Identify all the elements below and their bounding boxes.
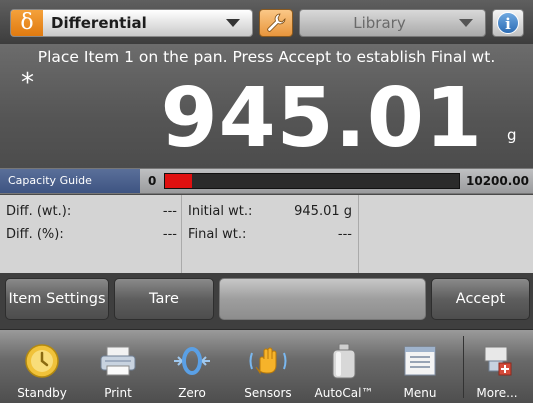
initial-wt-value: 945.01 g	[294, 204, 352, 219]
weights-column: Initial wt.: 945.01 g Final wt.: ---	[182, 195, 359, 273]
capacity-bar-fill	[165, 174, 193, 188]
empty-column	[359, 195, 533, 273]
softkey-row: Item Settings Tare Accept	[0, 273, 533, 329]
diff-pct-value: ---	[162, 227, 177, 242]
nav-zero-label: Zero	[178, 386, 206, 400]
nav-menu[interactable]: Menu	[388, 330, 452, 403]
nav-divider	[463, 336, 464, 398]
nav-standby[interactable]: Standby	[10, 330, 74, 403]
initial-wt-label: Initial wt.:	[188, 204, 253, 219]
application-setup-button[interactable]	[259, 9, 293, 37]
nav-zero[interactable]: Zero	[160, 330, 224, 403]
calibration-weight-icon	[332, 343, 356, 379]
nav-more-label: More...	[476, 386, 518, 400]
diff-wt-label: Diff. (wt.):	[6, 204, 72, 219]
nav-print-label: Print	[104, 386, 132, 400]
chevron-down-icon	[226, 19, 240, 27]
nav-autocal-label: AutoCal™	[314, 386, 374, 400]
capacity-max: 10200.00	[466, 174, 530, 188]
chevron-down-icon	[459, 19, 473, 27]
stability-indicator: *	[21, 68, 34, 98]
nav-print[interactable]: Print	[86, 330, 150, 403]
library-selector[interactable]: Library	[299, 9, 486, 37]
more-icon	[484, 346, 512, 376]
nav-more[interactable]: More...	[466, 330, 528, 403]
instruction-prompt: Place Item 1 on the pan. Press Accept to…	[37, 48, 496, 66]
nav-menu-label: Menu	[403, 386, 437, 400]
weight-unit[interactable]: g	[507, 126, 517, 144]
final-wt-value: ---	[337, 227, 352, 242]
tare-button[interactable]: Tare	[114, 278, 214, 320]
application-selector[interactable]: δ Differential	[10, 9, 253, 37]
nav-sensors[interactable]: Sensors	[236, 330, 300, 403]
menu-icon	[404, 346, 436, 376]
results-panel: Diff. (wt.): --- Diff. (%): --- Initial …	[0, 195, 533, 273]
hand-sensor-icon	[249, 347, 287, 375]
accept-button[interactable]: Accept	[431, 278, 530, 320]
info-icon: i	[497, 12, 519, 34]
standby-icon	[25, 344, 59, 378]
wrench-icon	[267, 13, 286, 32]
blank-softkey	[219, 278, 426, 320]
capacity-bar	[164, 173, 460, 189]
diff-pct-label: Diff. (%):	[6, 227, 64, 242]
top-bar: δ Differential Library i	[0, 0, 533, 44]
weight-reading-area: Place Item 1 on the pan. Press Accept to…	[0, 44, 533, 168]
diff-column: Diff. (wt.): --- Diff. (%): ---	[0, 195, 182, 273]
capacity-min: 0	[148, 174, 157, 188]
bottom-navigation: Standby Print Zero Sensors AutoCal™ Menu…	[0, 329, 533, 403]
printer-icon	[100, 346, 136, 376]
nav-autocal[interactable]: AutoCal™	[312, 330, 376, 403]
library-label: Library	[353, 14, 406, 32]
differential-app-icon: δ	[11, 10, 43, 36]
nav-standby-label: Standby	[17, 386, 67, 400]
application-name: Differential	[51, 14, 147, 32]
capacity-guide-label: Capacity Guide	[0, 169, 140, 193]
info-button[interactable]: i	[492, 9, 524, 37]
capacity-guide: Capacity Guide 0 10200.00	[0, 168, 533, 194]
weight-value: 945.01	[160, 71, 483, 166]
nav-sensors-label: Sensors	[244, 386, 292, 400]
item-settings-button[interactable]: Item Settings	[5, 278, 109, 320]
diff-wt-value: ---	[162, 204, 177, 219]
final-wt-label: Final wt.:	[188, 227, 247, 242]
zero-icon	[174, 347, 210, 375]
